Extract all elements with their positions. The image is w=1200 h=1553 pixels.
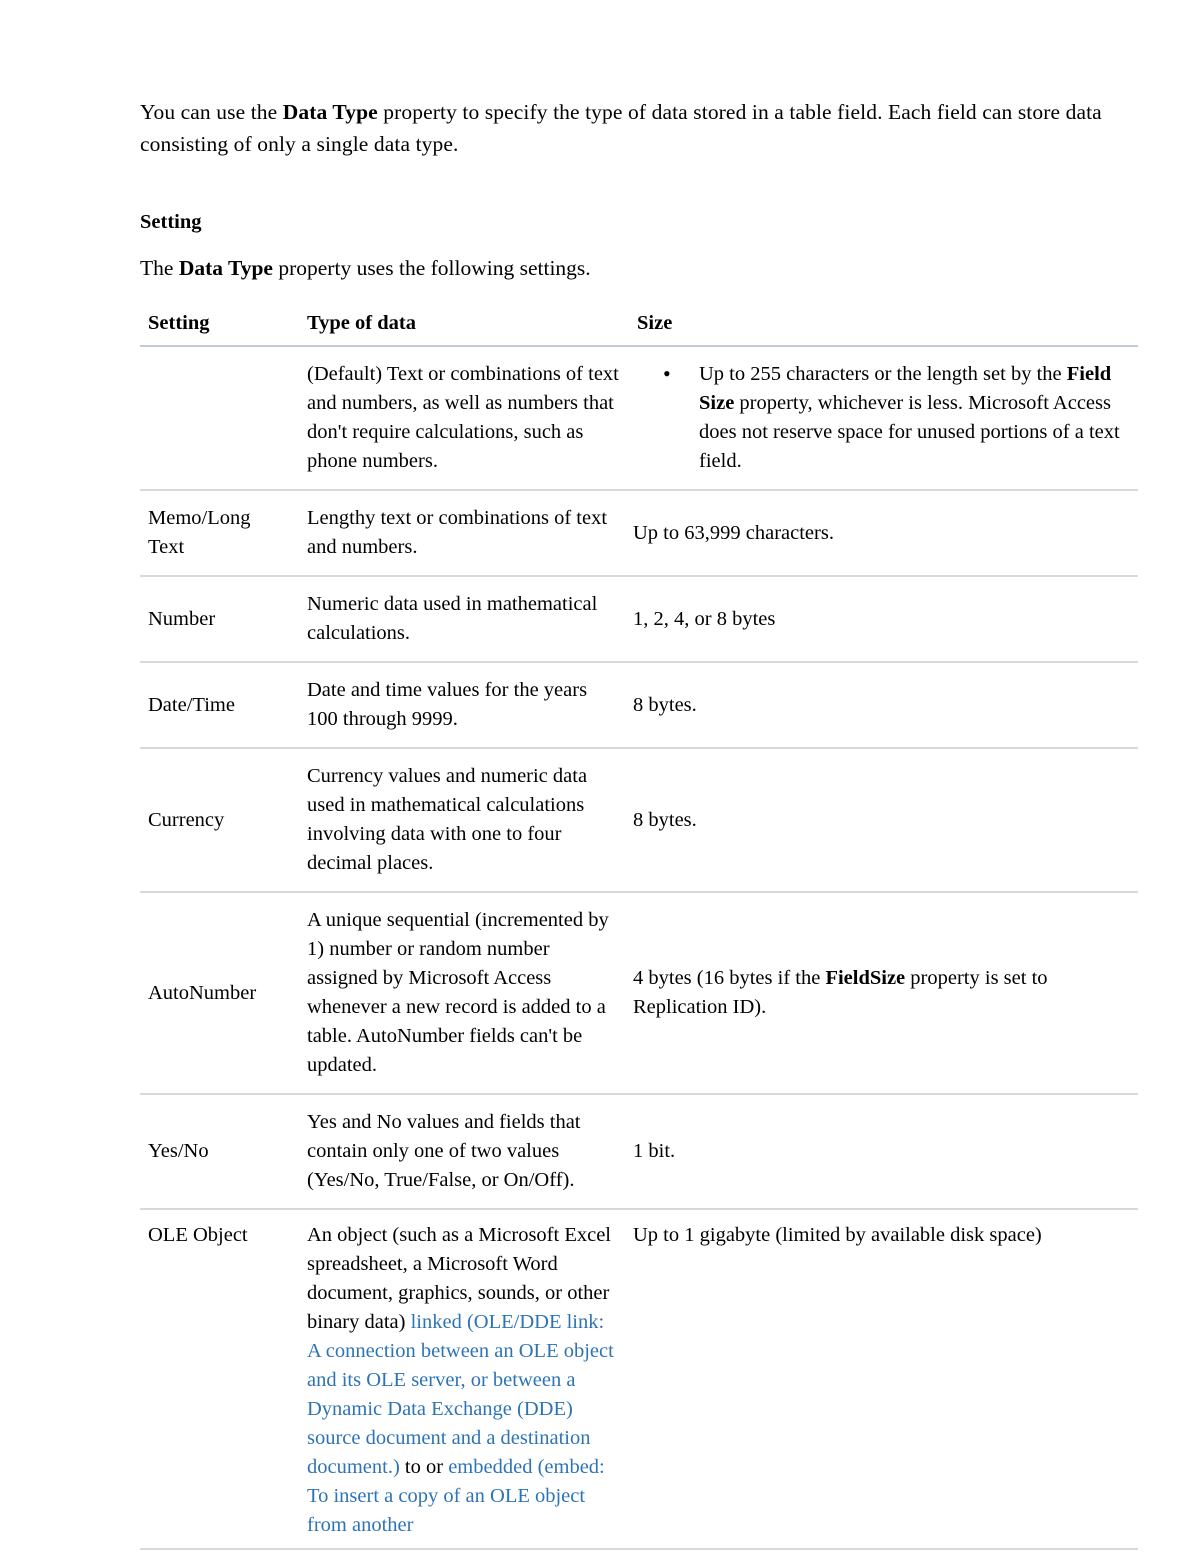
cell-size: Up to 1 gigabyte (limited by available d… [629,1209,1138,1550]
cell-size: 4 bytes (16 bytes if the FieldSize prope… [629,892,1138,1095]
cell-type-of-data: An object (such as a Microsoft Excel spr… [299,1209,629,1550]
size-text-part2: property, whichever is less. Microsoft A… [699,392,1120,472]
cell-type-of-data: Lengthy text or combinations of text and… [299,490,629,577]
lead-paragraph: The Data Type property uses the followin… [140,252,1138,284]
table-row: (Default) Text or combinations of text a… [140,346,1138,491]
data-type-settings-table: Setting Type of data Size (Default) Text… [140,308,1138,1550]
cell-size: Up to 255 characters or the length set b… [629,346,1138,491]
cell-type-of-data: Currency values and numeric data used in… [299,748,629,893]
table-row: OLE Object An object (such as a Microsof… [140,1209,1138,1550]
section-heading-setting: Setting [140,211,202,233]
lead-text-part2: property uses the following settings. [272,256,591,280]
cell-setting: Number [140,576,299,663]
table-row: Number Numeric data used in mathematical… [140,576,1138,663]
cell-size: 8 bytes. [629,662,1138,749]
glossary-link-ole-dde-link[interactable]: linked (OLE/DDE link: A connection betwe… [307,1311,614,1478]
cell-type-of-data: (Default) Text or combinations of text a… [299,346,629,491]
table-header-row: Setting Type of data Size [140,308,1138,347]
size-text-part1: Up to 255 characters or the length set b… [699,363,1067,385]
table-row: AutoNumber A unique sequential (incremen… [140,892,1138,1095]
intro-emphasis-data-type: Data Type [282,100,378,124]
table-row: Memo/Long Text Lengthy text or combinati… [140,490,1138,577]
column-header-setting: Setting [140,308,299,347]
spacer-before-heading [140,160,1138,208]
spacer-after-heading [140,236,1138,252]
column-header-type-of-data: Type of data [299,308,629,347]
cell-setting: OLE Object [140,1209,299,1550]
size-emphasis-fieldsize: FieldSize [825,967,906,989]
size-bullet-list: Up to 255 characters or the length set b… [633,359,1128,476]
cell-type-of-data: Numeric data used in mathematical calcul… [299,576,629,663]
cell-size: Up to 63,999 characters. [629,490,1138,577]
cell-type-of-data: Date and time values for the years 100 t… [299,662,629,749]
spacer-before-table [140,284,1138,308]
ole-text-black-2: to or [399,1456,449,1478]
cell-size: 1, 2, 4, or 8 bytes [629,576,1138,663]
table-header: Setting Type of data Size [140,308,1138,347]
cell-setting [140,346,299,491]
list-item: Up to 255 characters or the length set b… [633,359,1128,476]
cell-size: 8 bytes. [629,748,1138,893]
cell-setting: Yes/No [140,1094,299,1210]
size-text-part1: 4 bytes (16 bytes if the [633,967,826,989]
lead-text-part1: The [140,256,179,280]
cell-setting: AutoNumber [140,892,299,1095]
lead-emphasis-data-type: Data Type [178,256,273,280]
cell-setting: Date/Time [140,662,299,749]
cell-size: 1 bit. [629,1094,1138,1210]
table-body: (Default) Text or combinations of text a… [140,346,1138,1550]
column-header-size: Size [629,308,1138,347]
document-page: You can use the Data Type property to sp… [0,0,1200,1553]
cell-setting: Memo/Long Text [140,490,299,577]
cell-type-of-data: A unique sequential (incremented by 1) n… [299,892,629,1095]
table-row: Date/Time Date and time values for the y… [140,662,1138,749]
document-content: You can use the Data Type property to sp… [140,96,1138,1550]
table-row: Yes/No Yes and No values and fields that… [140,1094,1138,1210]
intro-text-part1: You can use the [140,100,283,124]
cell-setting: Currency [140,748,299,893]
table-row: Currency Currency values and numeric dat… [140,748,1138,893]
cell-type-of-data: Yes and No values and fields that contai… [299,1094,629,1210]
intro-paragraph: You can use the Data Type property to sp… [140,96,1138,160]
